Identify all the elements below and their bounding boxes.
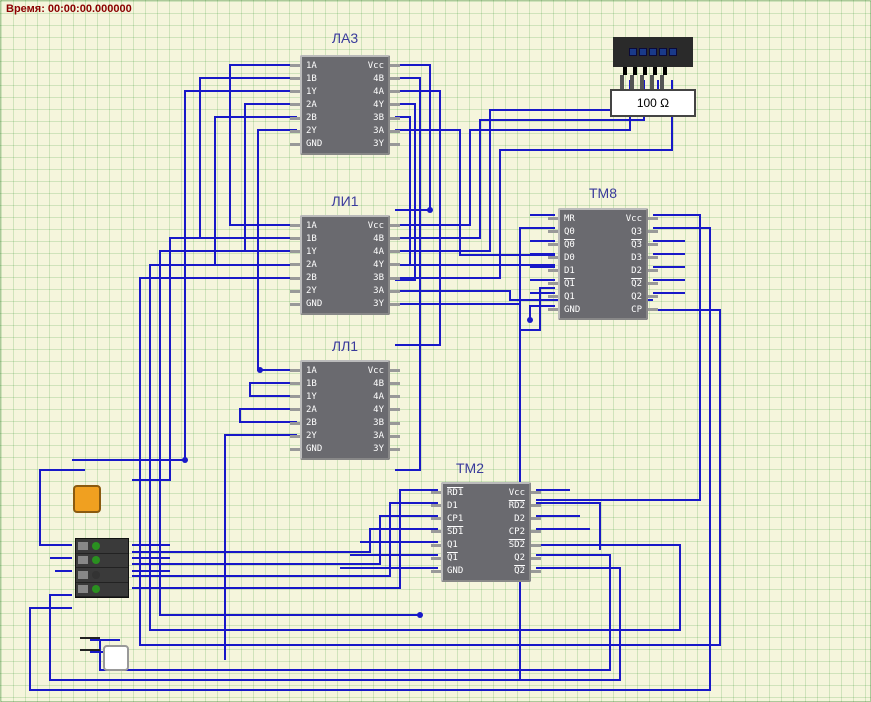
pin-1Y[interactable]: 1Y xyxy=(302,245,345,258)
push-button-1[interactable] xyxy=(73,485,101,513)
pin-Q3[interactable]: Q3 xyxy=(603,225,646,238)
pin-3Y[interactable]: 3Y xyxy=(345,138,388,151)
pin-3B[interactable]: 3B xyxy=(345,417,388,430)
pin-2B[interactable]: 2B xyxy=(302,112,345,125)
pin-RD2b[interactable]: RD2 xyxy=(486,499,529,512)
junction-dot xyxy=(257,367,263,373)
push-button-2[interactable] xyxy=(103,645,129,671)
pin-MR[interactable]: MR xyxy=(560,212,603,225)
pin-Vcc[interactable]: Vcc xyxy=(345,219,388,232)
canvas-grid[interactable] xyxy=(0,0,871,702)
chip-tm2[interactable]: RD1D1CP1SD1Q1Q1GNDVccRD2D2CP2SD2Q2Q2 xyxy=(441,482,531,582)
pin-1B[interactable]: 1B xyxy=(302,72,345,85)
pin-Q2b[interactable]: Q2 xyxy=(486,565,529,578)
pin-Q2[interactable]: Q2 xyxy=(603,290,646,303)
pin-3A[interactable]: 3A xyxy=(345,125,388,138)
junction-dot xyxy=(527,317,533,323)
pin-3Y[interactable]: 3Y xyxy=(345,443,388,456)
led-leads xyxy=(620,75,664,89)
pin-Q1[interactable]: Q1 xyxy=(560,290,603,303)
pin-3A[interactable]: 3A xyxy=(345,430,388,443)
pin-Vcc[interactable]: Vcc xyxy=(486,486,529,499)
pin-2A[interactable]: 2A xyxy=(302,98,345,111)
pin-1B[interactable]: 1B xyxy=(302,377,345,390)
pin-Q1[interactable]: Q1 xyxy=(443,539,486,552)
pin-CP[interactable]: CP xyxy=(603,303,646,316)
pin-3Y[interactable]: 3Y xyxy=(345,298,388,311)
chip-label-la3: ЛА3 xyxy=(300,30,390,46)
pin-SD2b[interactable]: SD2 xyxy=(486,539,529,552)
pin-GND[interactable]: GND xyxy=(443,565,486,578)
pin-1A[interactable]: 1A xyxy=(302,219,345,232)
resistor-block[interactable]: 100 Ω xyxy=(610,89,696,117)
chip-label-tm2: ТМ2 xyxy=(425,460,515,476)
junction-dot xyxy=(182,457,188,463)
pin-1B[interactable]: 1B xyxy=(302,232,345,245)
pin-CP2[interactable]: CP2 xyxy=(486,525,529,538)
pin-GND[interactable]: GND xyxy=(302,443,345,456)
chip-la3[interactable]: 1A1B1Y2A2B2YGND Vcc4B4A4Y3B3A3Y xyxy=(300,55,390,155)
chip-tm8[interactable]: MRQ0Q0D0D1Q1Q1GNDVccQ3Q3D3D2Q2Q2CP xyxy=(558,208,648,320)
pin-4Y[interactable]: 4Y xyxy=(345,98,388,111)
pin-4B[interactable]: 4B xyxy=(345,72,388,85)
pin-1Y[interactable]: 1Y xyxy=(302,390,345,403)
pin-2Y[interactable]: 2Y xyxy=(302,430,345,443)
pin-Q1b[interactable]: Q1 xyxy=(443,552,486,565)
chip-li1[interactable]: 1A1B1Y2A2B2YGND Vcc4B4A4Y3B3A3Y xyxy=(300,215,390,315)
pin-4B[interactable]: 4B xyxy=(345,377,388,390)
pin-2Y[interactable]: 2Y xyxy=(302,125,345,138)
pin-Q2[interactable]: Q2 xyxy=(486,552,529,565)
pin-Vcc[interactable]: Vcc xyxy=(345,364,388,377)
pin-D1[interactable]: D1 xyxy=(560,264,603,277)
pin-2Y[interactable]: 2Y xyxy=(302,285,345,298)
chip-ll1[interactable]: 1A1B1Y2A2B2YGND Vcc4B4A4Y3B3A3Y xyxy=(300,360,390,460)
pin-D0[interactable]: D0 xyxy=(560,251,603,264)
pin-D2[interactable]: D2 xyxy=(603,264,646,277)
pin-RD1b[interactable]: RD1 xyxy=(443,486,486,499)
pin-Q3b[interactable]: Q3 xyxy=(603,238,646,251)
pin-GND[interactable]: GND xyxy=(560,303,603,316)
pin-4A[interactable]: 4A xyxy=(345,390,388,403)
led-connector-top[interactable] xyxy=(613,37,693,67)
pin-2A[interactable]: 2A xyxy=(302,258,345,271)
pin-Q2b[interactable]: Q2 xyxy=(603,277,646,290)
chip-label-li1: ЛИ1 xyxy=(300,193,390,209)
pin-1Y[interactable]: 1Y xyxy=(302,85,345,98)
pin-Vcc[interactable]: Vcc xyxy=(345,59,388,72)
pin-D3[interactable]: D3 xyxy=(603,251,646,264)
simulation-time: Время: 00:00:00.000000 xyxy=(6,3,132,15)
pin-1A[interactable]: 1A xyxy=(302,364,345,377)
pin-4Y[interactable]: 4Y xyxy=(345,258,388,271)
chip-label-tm8: ТМ8 xyxy=(558,185,648,201)
pin-2A[interactable]: 2A xyxy=(302,403,345,416)
led-pins xyxy=(623,67,667,75)
pin-D1[interactable]: D1 xyxy=(443,499,486,512)
pin-4Y[interactable]: 4Y xyxy=(345,403,388,416)
pin-CP1[interactable]: CP1 xyxy=(443,512,486,525)
pin-4B[interactable]: 4B xyxy=(345,232,388,245)
junction-dot xyxy=(417,612,423,618)
pin-3B[interactable]: 3B xyxy=(345,112,388,125)
pin-D2[interactable]: D2 xyxy=(486,512,529,525)
pin-SD1b[interactable]: SD1 xyxy=(443,525,486,538)
input-switch-block[interactable] xyxy=(75,538,129,598)
pin-GND[interactable]: GND xyxy=(302,298,345,311)
pin-2B[interactable]: 2B xyxy=(302,417,345,430)
pin-4A[interactable]: 4A xyxy=(345,245,388,258)
pin-2B[interactable]: 2B xyxy=(302,272,345,285)
pin-3B[interactable]: 3B xyxy=(345,272,388,285)
pin-1A[interactable]: 1A xyxy=(302,59,345,72)
chip-label-ll1: ЛЛ1 xyxy=(300,338,390,354)
pin-Q1b[interactable]: Q1 xyxy=(560,277,603,290)
pin-4A[interactable]: 4A xyxy=(345,85,388,98)
pin-Q0[interactable]: Q0 xyxy=(560,225,603,238)
pin-Vcc[interactable]: Vcc xyxy=(603,212,646,225)
pin-Q0b[interactable]: Q0 xyxy=(560,238,603,251)
pin-GND[interactable]: GND xyxy=(302,138,345,151)
pin-3A[interactable]: 3A xyxy=(345,285,388,298)
junction-dot xyxy=(427,207,433,213)
